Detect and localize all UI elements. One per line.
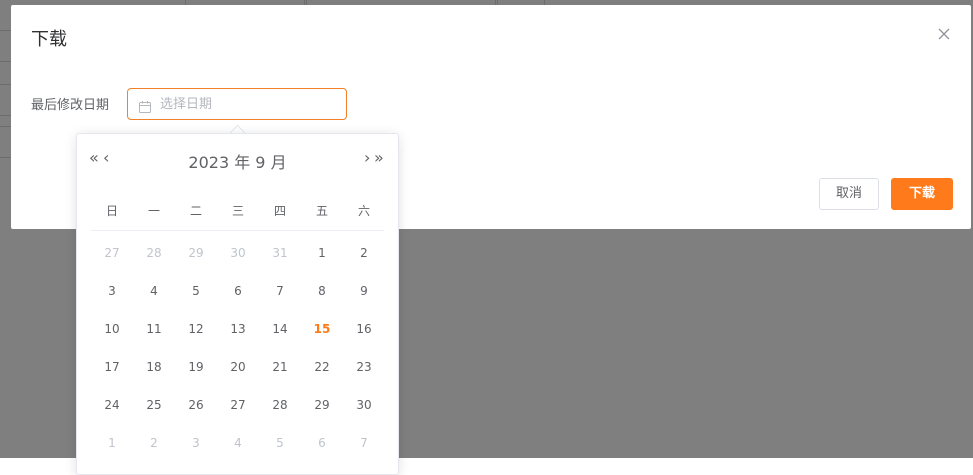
day-cell[interactable]: 27 — [217, 386, 259, 424]
day-cell[interactable]: 30 — [343, 386, 385, 424]
day-cell[interactable]: 1 — [301, 234, 343, 272]
close-icon[interactable] — [937, 26, 951, 40]
day-cell[interactable]: 10 — [91, 310, 133, 348]
day-cell[interactable]: 2 — [133, 424, 175, 462]
day-cell[interactable]: 7 — [343, 424, 385, 462]
day-cell[interactable]: 8 — [301, 272, 343, 310]
day-cell[interactable]: 3 — [91, 272, 133, 310]
day-cell[interactable]: 4 — [217, 424, 259, 462]
day-cell[interactable]: 27 — [91, 234, 133, 272]
day-cell-today[interactable]: 15 — [301, 310, 343, 348]
day-cell[interactable]: 7 — [259, 272, 301, 310]
day-cell[interactable]: 16 — [343, 310, 385, 348]
day-cell[interactable]: 29 — [301, 386, 343, 424]
day-cell[interactable]: 6 — [217, 272, 259, 310]
weekday-label: 日 — [105, 204, 118, 218]
download-button[interactable]: 下载 — [891, 178, 953, 210]
day-cell[interactable]: 13 — [217, 310, 259, 348]
weekday-label: 四 — [273, 204, 286, 218]
weekday-label: 二 — [189, 204, 202, 218]
weekday-label: 三 — [231, 204, 244, 218]
day-cell[interactable]: 5 — [175, 272, 217, 310]
day-cell[interactable]: 14 — [259, 310, 301, 348]
next-year-button[interactable]: » — [374, 148, 384, 168]
dialog-title: 下载 — [31, 29, 67, 50]
day-cell[interactable]: 28 — [133, 234, 175, 272]
weekday-label: 六 — [357, 204, 370, 218]
calendar-icon — [139, 98, 151, 113]
day-cell[interactable]: 9 — [343, 272, 385, 310]
weekday-label: 五 — [315, 204, 328, 218]
day-cell[interactable]: 28 — [259, 386, 301, 424]
day-cell[interactable]: 20 — [217, 348, 259, 386]
date-input[interactable] — [160, 89, 340, 119]
day-cell[interactable]: 19 — [175, 348, 217, 386]
day-cell[interactable]: 6 — [301, 424, 343, 462]
day-cell[interactable]: 11 — [133, 310, 175, 348]
day-cell[interactable]: 25 — [133, 386, 175, 424]
day-cell[interactable]: 17 — [91, 348, 133, 386]
day-cell[interactable]: 23 — [343, 348, 385, 386]
weekday-row: 日一二三四五六 — [91, 202, 384, 231]
date-picker-panel: « ‹ 2023 年 9 月 › » 日一二三四五六 27 28 29 30 31 1 2 3… — [76, 133, 399, 475]
weekday-label: 一 — [147, 204, 160, 218]
day-cell[interactable]: 24 — [91, 386, 133, 424]
day-cell[interactable]: 26 — [175, 386, 217, 424]
day-cell[interactable]: 21 — [259, 348, 301, 386]
last-modified-date-label: 最后修改日期 — [31, 98, 110, 113]
day-cell[interactable]: 5 — [259, 424, 301, 462]
picker-header: 2023 年 9 月 — [188, 153, 287, 172]
date-picker-field[interactable] — [127, 88, 347, 120]
day-cell[interactable]: 2 — [343, 234, 385, 272]
day-cell[interactable]: 4 — [133, 272, 175, 310]
cancel-button[interactable]: 取消 — [819, 178, 879, 210]
day-cell[interactable]: 22 — [301, 348, 343, 386]
day-cell[interactable]: 3 — [175, 424, 217, 462]
day-cell[interactable]: 18 — [133, 348, 175, 386]
day-cell[interactable]: 29 — [175, 234, 217, 272]
day-cell[interactable]: 30 — [217, 234, 259, 272]
next-month-button[interactable]: › — [364, 148, 370, 168]
day-cell[interactable]: 31 — [259, 234, 301, 272]
day-cell[interactable]: 12 — [175, 310, 217, 348]
day-cell[interactable]: 1 — [91, 424, 133, 462]
